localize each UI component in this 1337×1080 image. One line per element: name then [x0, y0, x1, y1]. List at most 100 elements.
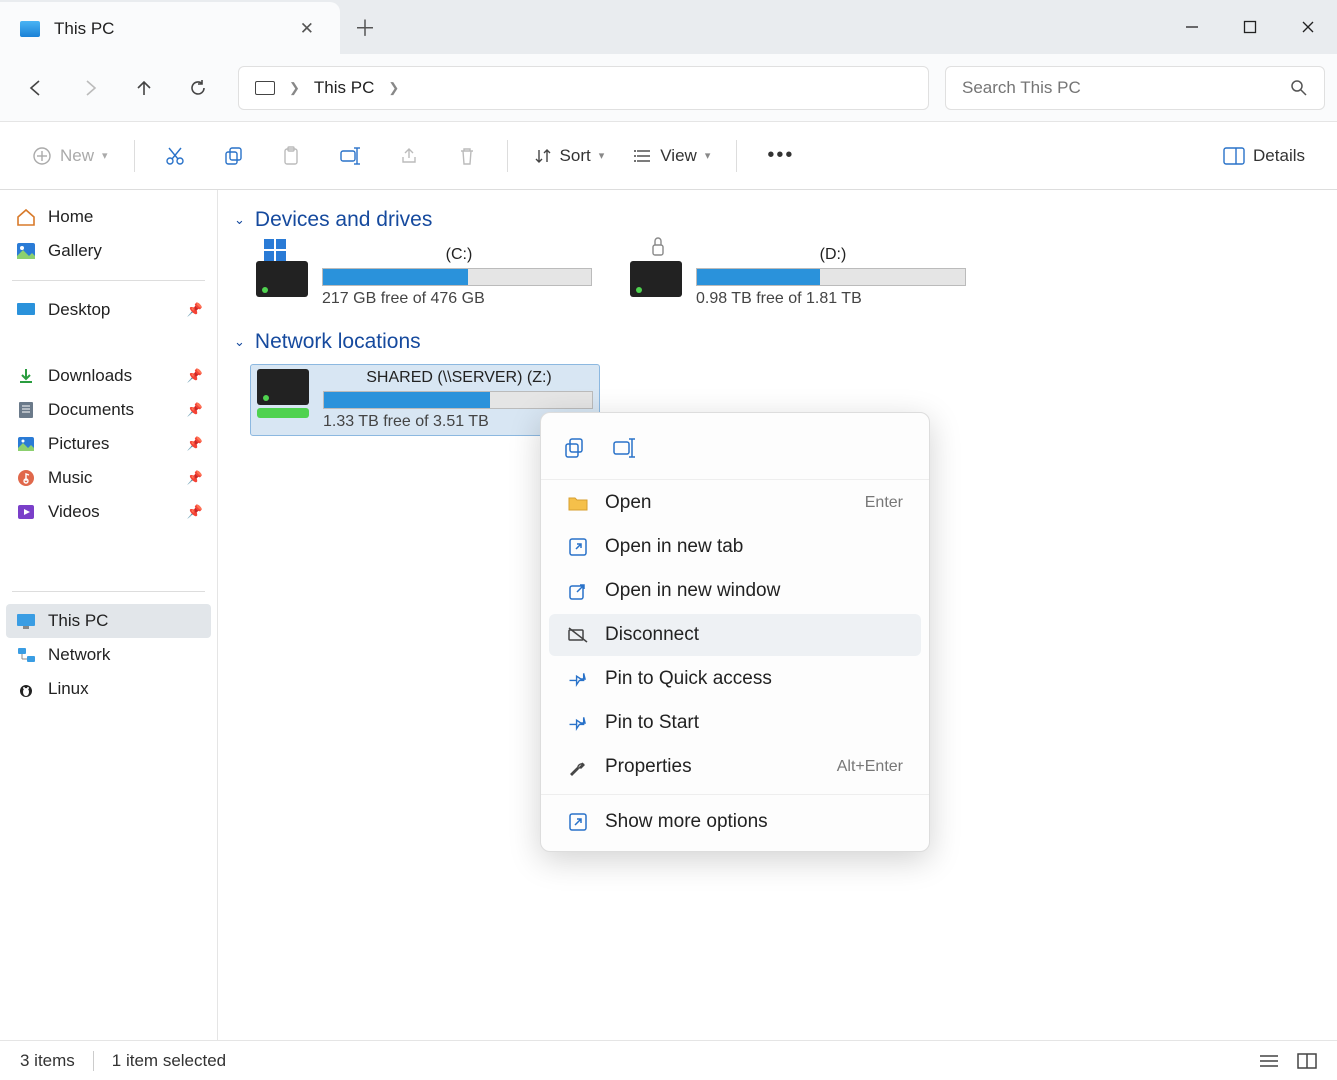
sidebar-item-home[interactable]: Home [6, 200, 211, 234]
folder-icon [567, 494, 589, 512]
close-window-button[interactable] [1279, 0, 1337, 54]
new-button[interactable]: New ▾ [20, 138, 120, 174]
view-label: View [660, 146, 697, 166]
breadcrumb[interactable]: This PC [314, 78, 374, 98]
paste-button[interactable] [265, 138, 317, 174]
sidebar-item-label: Gallery [48, 241, 102, 261]
back-button[interactable] [12, 64, 60, 112]
cm-open[interactable]: Open Enter [549, 482, 921, 524]
details-button[interactable]: Details [1211, 138, 1317, 174]
cm-pin-quick-access[interactable]: Pin to Quick access [549, 658, 921, 700]
monitor-icon [20, 21, 40, 37]
downloads-icon [16, 367, 36, 385]
open-window-icon [567, 581, 589, 601]
rename-button[interactable] [323, 138, 377, 174]
wrench-icon [567, 757, 589, 777]
documents-icon [16, 401, 36, 419]
title-bar: This PC ✕ ＋ [0, 0, 1337, 54]
sort-button[interactable]: Sort ▾ [522, 138, 617, 174]
pin-icon: 📌 [187, 302, 203, 318]
drive-icon [628, 246, 684, 294]
drive-free-text: 217 GB free of 476 GB [322, 290, 596, 308]
pin-icon: 📌 [187, 470, 203, 486]
gallery-icon [16, 242, 36, 260]
delete-button[interactable] [441, 138, 493, 174]
sidebar-item-this-pc[interactable]: This PC [6, 604, 211, 638]
toolbar: New ▾ Sort ▾ View ▾ ••• Details [0, 122, 1337, 190]
view-button[interactable]: View ▾ [622, 138, 722, 174]
cm-rename-button[interactable] [603, 427, 645, 469]
group-label: Devices and drives [255, 208, 432, 232]
cm-label: Pin to Start [605, 712, 903, 734]
cm-properties[interactable]: Properties Alt+Enter [549, 746, 921, 788]
pin-icon: 📌 [187, 504, 203, 520]
cut-button[interactable] [149, 138, 201, 174]
drive-label: (C:) [322, 246, 596, 264]
sidebar-item-label: Desktop [48, 300, 110, 320]
open-tab-icon [567, 537, 589, 557]
up-button[interactable] [120, 64, 168, 112]
status-item-count: 3 items [20, 1051, 75, 1071]
drive-d[interactable]: (D:) 0.98 TB free of 1.81 TB [624, 242, 974, 312]
tiles-view-button[interactable] [1297, 1053, 1317, 1069]
tab-this-pc[interactable]: This PC ✕ [0, 2, 340, 56]
maximize-button[interactable] [1221, 0, 1279, 54]
search-box[interactable] [945, 66, 1325, 110]
cm-label: Open [605, 492, 849, 514]
address-bar[interactable]: ❯ This PC ❯ [238, 66, 929, 110]
rename-icon [339, 146, 361, 166]
close-tab-icon[interactable]: ✕ [290, 13, 324, 45]
search-icon [1290, 79, 1308, 97]
share-button[interactable] [383, 138, 435, 174]
minimize-button[interactable] [1163, 0, 1221, 54]
expand-icon [567, 812, 589, 832]
sidebar-item-desktop[interactable]: Desktop 📌 [6, 293, 211, 327]
sidebar-item-network[interactable]: Network [6, 638, 211, 672]
sidebar-item-linux[interactable]: Linux [6, 672, 211, 706]
sidebar-item-music[interactable]: Music 📌 [6, 461, 211, 495]
cm-open-new-tab[interactable]: Open in new tab [549, 526, 921, 568]
group-network-locations[interactable]: ⌄ Network locations [234, 330, 1321, 354]
sidebar-item-gallery[interactable]: Gallery [6, 234, 211, 268]
rename-icon [612, 437, 636, 459]
cm-pin-start[interactable]: Pin to Start [549, 702, 921, 744]
copy-button[interactable] [207, 138, 259, 174]
forward-button[interactable] [66, 64, 114, 112]
view-icon [634, 147, 652, 165]
cm-label: Open in new window [605, 580, 903, 602]
sidebar-item-videos[interactable]: Videos 📌 [6, 495, 211, 529]
list-view-button[interactable] [1259, 1053, 1279, 1069]
group-devices-drives[interactable]: ⌄ Devices and drives [234, 208, 1321, 232]
group-label: Network locations [255, 330, 421, 354]
status-selected-count: 1 item selected [112, 1051, 226, 1071]
cm-disconnect[interactable]: Disconnect [549, 614, 921, 656]
tab-title: This PC [54, 19, 276, 39]
videos-icon [16, 503, 36, 521]
chevron-down-icon: ⌄ [234, 212, 245, 228]
pin-icon [567, 713, 589, 733]
more-button[interactable]: ••• [751, 136, 810, 175]
sidebar-item-documents[interactable]: Documents 📌 [6, 393, 211, 427]
new-label: New [60, 146, 94, 166]
sidebar-item-label: Music [48, 468, 92, 488]
refresh-button[interactable] [174, 64, 222, 112]
sidebar-item-label: Videos [48, 502, 100, 522]
cm-label: Show more options [605, 811, 903, 833]
chevron-right-icon: ❯ [289, 80, 300, 96]
nav-bar: ❯ This PC ❯ [0, 54, 1337, 122]
cm-open-new-window[interactable]: Open in new window [549, 570, 921, 612]
cm-show-more-options[interactable]: Show more options [549, 801, 921, 843]
clipboard-icon [281, 146, 301, 166]
pin-icon: 📌 [187, 368, 203, 384]
cm-copy-button[interactable] [553, 427, 595, 469]
search-input[interactable] [962, 78, 1278, 98]
sidebar-item-pictures[interactable]: Pictures 📌 [6, 427, 211, 461]
monitor-icon [16, 612, 36, 630]
new-tab-button[interactable]: ＋ [340, 0, 390, 54]
drive-c[interactable]: (C:) 217 GB free of 476 GB [250, 242, 600, 312]
music-icon [16, 469, 36, 487]
share-icon [399, 146, 419, 166]
sort-icon [534, 147, 552, 165]
sidebar-item-label: Network [48, 645, 110, 665]
sidebar-item-downloads[interactable]: Downloads 📌 [6, 359, 211, 393]
